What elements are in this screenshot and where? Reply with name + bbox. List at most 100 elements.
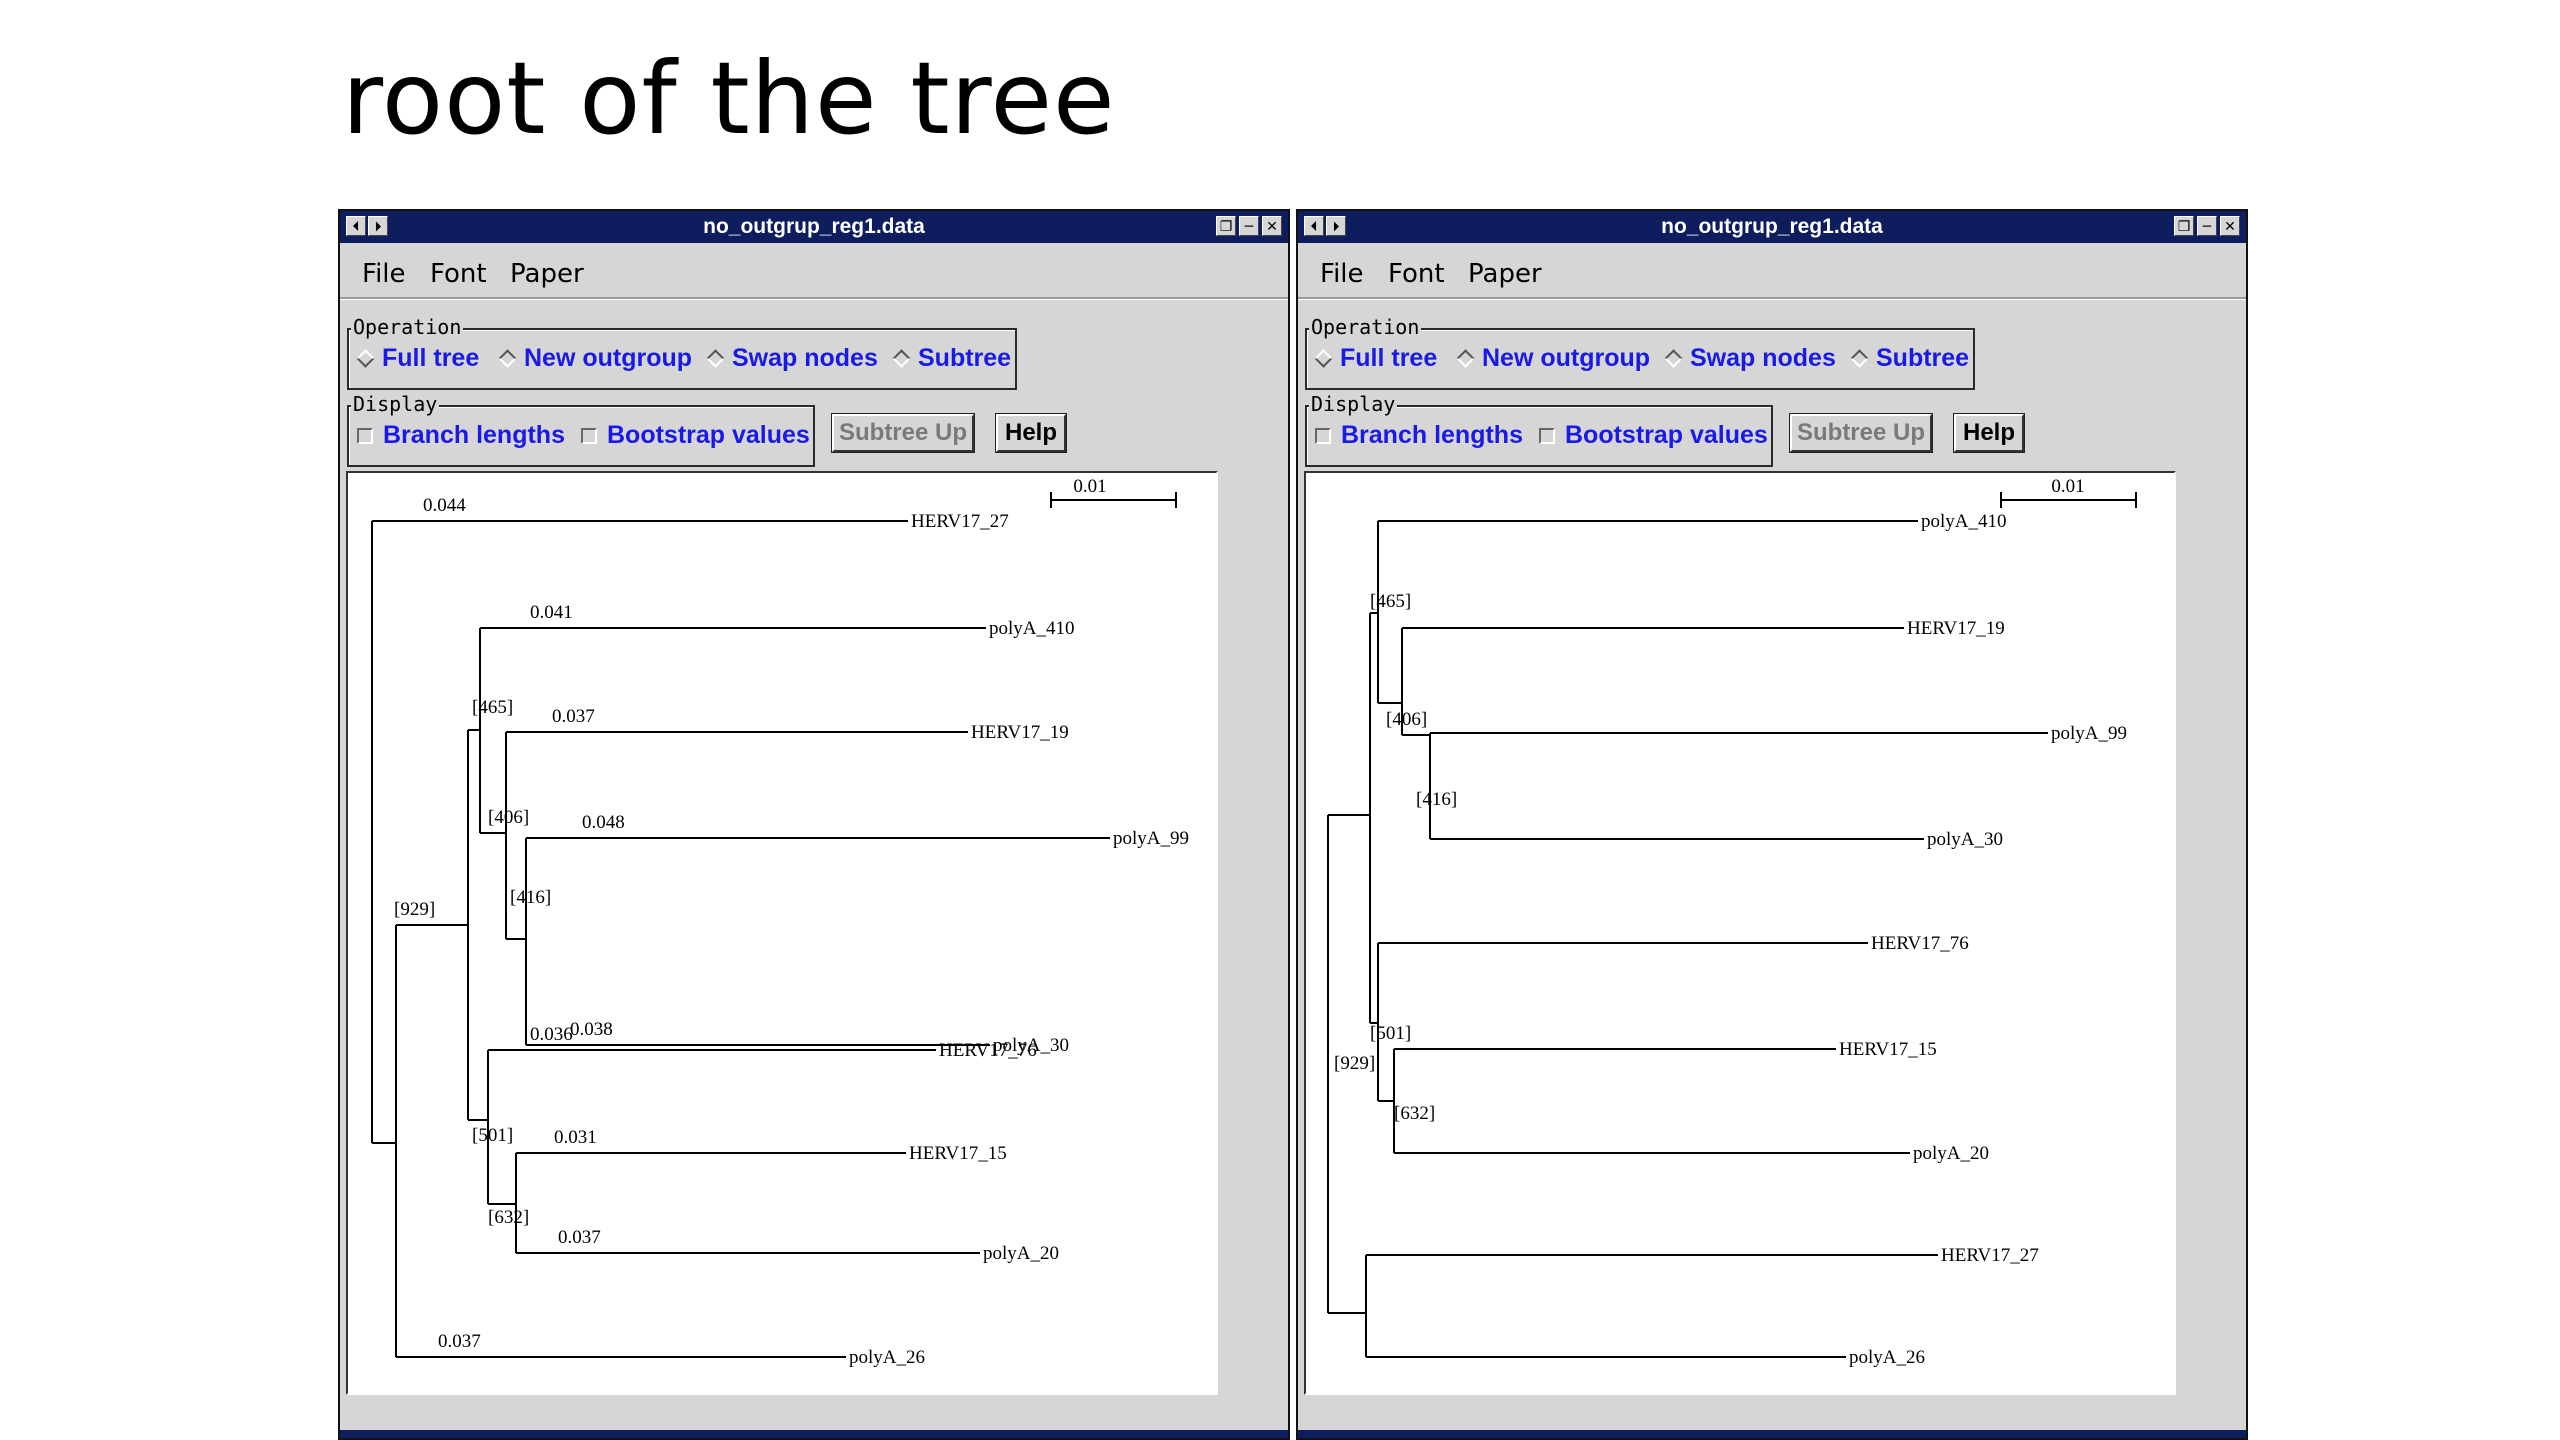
operation-group: Operation Full tree New outgroup Swap no… bbox=[347, 315, 1017, 390]
bootstrap-label: [929] bbox=[1334, 1053, 1375, 1074]
checkbox-branch-lengths[interactable]: Branch lengths bbox=[353, 421, 565, 450]
close-icon[interactable]: ✕ bbox=[1262, 216, 1282, 236]
radio-icon[interactable] bbox=[1850, 349, 1869, 368]
checkbox-label: Bootstrap values bbox=[607, 421, 810, 449]
radio-label: Swap nodes bbox=[1690, 344, 1836, 372]
titlebar[interactable]: ⏴ ⏵ no_outgrup_reg1.data ❐ ─ ✕ bbox=[1298, 211, 2246, 243]
tree-labels: 0.01 HERV17_27 polyA_410 HERV17_19 polyA… bbox=[394, 476, 1189, 1368]
checkbox-bootstrap-values[interactable]: Bootstrap values bbox=[1535, 421, 1768, 450]
minimize-icon[interactable]: ─ bbox=[2197, 216, 2217, 236]
tree-canvas[interactable]: 0.01 HERV17_27 polyA_410 HERV17_19 polyA… bbox=[346, 471, 1218, 1395]
branch-length-label: 0.044 bbox=[423, 495, 466, 516]
menu-paper[interactable]: Paper bbox=[1468, 259, 1542, 289]
menu-font[interactable]: Font bbox=[430, 259, 487, 289]
menu-paper[interactable]: Paper bbox=[510, 259, 584, 289]
restore-icon[interactable]: ❐ bbox=[1216, 216, 1236, 236]
checkbox-label: Branch lengths bbox=[1341, 421, 1523, 449]
window-title: no_outgrup_reg1.data bbox=[1661, 215, 1883, 238]
tree-window-right: ⏴ ⏵ no_outgrup_reg1.data ❐ ─ ✕ File Font… bbox=[1296, 209, 2248, 1440]
radio-label: Subtree bbox=[918, 344, 1012, 372]
leaf-label: polyA_410 bbox=[1921, 511, 2007, 532]
operation-label: Operation bbox=[351, 315, 464, 339]
radio-icon[interactable] bbox=[706, 349, 725, 368]
bootstrap-label: [416] bbox=[510, 887, 551, 908]
checkbox-label: Bootstrap values bbox=[1565, 421, 1768, 449]
subtree-up-button[interactable]: Subtree Up bbox=[1789, 413, 1933, 453]
bottom-strip bbox=[1298, 1430, 2246, 1438]
minimize-icon[interactable]: ─ bbox=[1239, 216, 1259, 236]
leaf-label: polyA_26 bbox=[849, 1347, 925, 1368]
bootstrap-label: [632] bbox=[488, 1207, 529, 1228]
checkbox-icon[interactable] bbox=[581, 427, 597, 444]
tree-canvas[interactable]: 0.01 polyA_410 HERV17_19 polyA_99 polyA_… bbox=[1304, 471, 2176, 1395]
radio-full-tree[interactable]: Full tree bbox=[1311, 344, 1437, 373]
phylogenetic-tree: 0.01 polyA_410 HERV17_19 polyA_99 polyA_… bbox=[1327, 476, 2137, 1368]
leaf-label: HERV17_15 bbox=[1839, 1039, 1937, 1060]
operation-group: Operation Full tree New outgroup Swap no… bbox=[1305, 315, 1975, 390]
subtree-up-button[interactable]: Subtree Up bbox=[831, 413, 975, 453]
radio-swap-nodes[interactable]: Swap nodes bbox=[1661, 344, 1836, 373]
scale-label: 0.01 bbox=[1073, 476, 1106, 497]
close-icon[interactable]: ✕ bbox=[2220, 216, 2240, 236]
menu-font[interactable]: Font bbox=[1388, 259, 1445, 289]
radio-selected-icon[interactable] bbox=[356, 349, 375, 368]
checkbox-icon[interactable] bbox=[1315, 427, 1331, 444]
leaf-label: HERV17_19 bbox=[1907, 618, 2005, 639]
titlebar[interactable]: ⏴ ⏵ no_outgrup_reg1.data ❐ ─ ✕ bbox=[340, 211, 1288, 243]
window-title: no_outgrup_reg1.data bbox=[703, 215, 925, 238]
radio-label: Swap nodes bbox=[732, 344, 878, 372]
bootstrap-label: [465] bbox=[1370, 591, 1411, 612]
branch-length-label: 0.041 bbox=[530, 602, 573, 623]
radio-selected-icon[interactable] bbox=[1314, 349, 1333, 368]
leaf-label: polyA_99 bbox=[1113, 828, 1189, 849]
bootstrap-label: [416] bbox=[1416, 789, 1457, 810]
bootstrap-label: [501] bbox=[472, 1125, 513, 1146]
menu-file[interactable]: File bbox=[1320, 259, 1364, 289]
leaf-label: HERV17_76 bbox=[1871, 933, 1969, 954]
leaf-label: HERV17_76 bbox=[939, 1040, 1037, 1061]
branch-length-label: 0.037 bbox=[552, 706, 595, 727]
scale-bar bbox=[1050, 492, 1177, 508]
restore-icon[interactable]: ❐ bbox=[2174, 216, 2194, 236]
checkbox-bootstrap-values[interactable]: Bootstrap values bbox=[577, 421, 810, 450]
leaf-label: HERV17_27 bbox=[911, 511, 1009, 532]
radio-icon[interactable] bbox=[892, 349, 911, 368]
bootstrap-label: [929] bbox=[394, 899, 435, 920]
radio-subtree[interactable]: Subtree bbox=[889, 344, 1011, 373]
checkbox-branch-lengths[interactable]: Branch lengths bbox=[1311, 421, 1523, 450]
leaf-label: polyA_20 bbox=[983, 1243, 1059, 1264]
checkbox-icon[interactable] bbox=[1539, 427, 1555, 444]
checkbox-label: Branch lengths bbox=[383, 421, 565, 449]
menubar: File Font Paper bbox=[340, 243, 1288, 299]
phylogenetic-tree: 0.01 HERV17_27 polyA_410 HERV17_19 polyA… bbox=[371, 476, 1189, 1368]
radio-swap-nodes[interactable]: Swap nodes bbox=[703, 344, 878, 373]
branch-length-label: 0.031 bbox=[554, 1127, 597, 1148]
radio-icon[interactable] bbox=[498, 349, 517, 368]
bootstrap-label: [465] bbox=[472, 697, 513, 718]
radio-full-tree[interactable]: Full tree bbox=[353, 344, 479, 373]
radio-icon[interactable] bbox=[1456, 349, 1475, 368]
help-button[interactable]: Help bbox=[995, 413, 1067, 453]
radio-icon[interactable] bbox=[1664, 349, 1683, 368]
leaf-label: polyA_20 bbox=[1913, 1143, 1989, 1164]
leaf-label: HERV17_15 bbox=[909, 1143, 1007, 1164]
bootstrap-label: [406] bbox=[488, 807, 529, 828]
leaf-label: HERV17_27 bbox=[1941, 1245, 2039, 1266]
display-label: Display bbox=[351, 392, 440, 416]
leaf-label: polyA_410 bbox=[989, 618, 1075, 639]
branch-length-label: 0.037 bbox=[438, 1331, 481, 1352]
checkbox-icon[interactable] bbox=[357, 427, 373, 444]
help-button[interactable]: Help bbox=[1953, 413, 2025, 453]
leaf-label: polyA_99 bbox=[2051, 723, 2127, 744]
display-group: Display Branch lengths Bootstrap values bbox=[347, 392, 815, 467]
radio-new-outgroup[interactable]: New outgroup bbox=[495, 344, 692, 373]
menubar: File Font Paper bbox=[1298, 243, 2246, 299]
display-group: Display Branch lengths Bootstrap values bbox=[1305, 392, 1773, 467]
branch-length-label: 0.038 bbox=[570, 1019, 613, 1040]
bootstrap-label: [406] bbox=[1386, 709, 1427, 730]
radio-subtree[interactable]: Subtree bbox=[1847, 344, 1969, 373]
tree-branches bbox=[1327, 492, 2137, 1358]
display-label: Display bbox=[1309, 392, 1398, 416]
menu-file[interactable]: File bbox=[362, 259, 406, 289]
radio-new-outgroup[interactable]: New outgroup bbox=[1453, 344, 1650, 373]
